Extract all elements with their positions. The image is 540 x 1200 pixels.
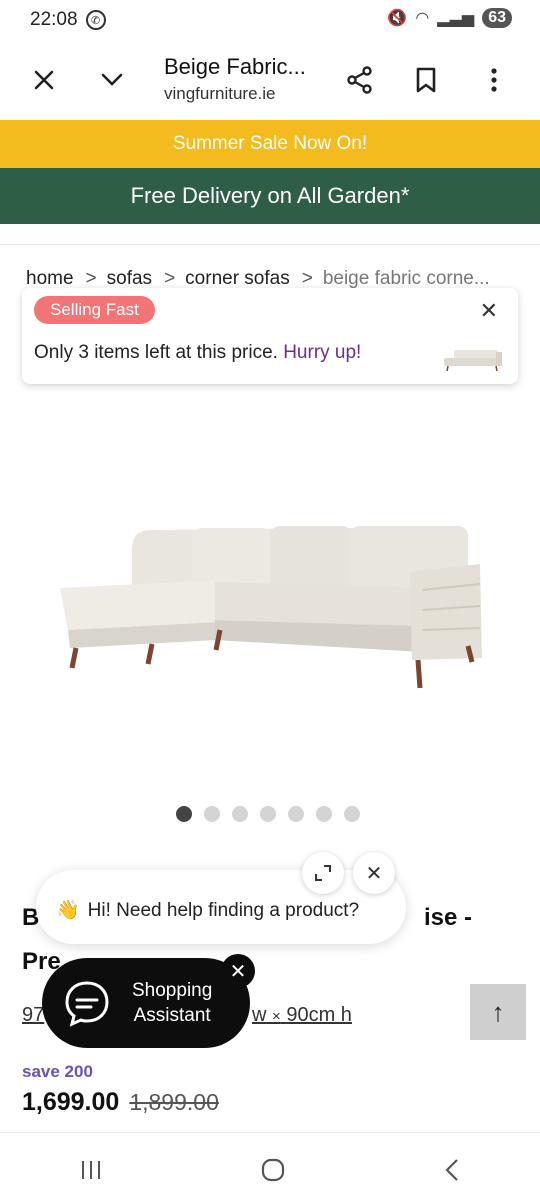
stock-message: Only 3 items left at this price. Hurry u…: [34, 342, 361, 364]
breadcrumb-separator: >: [164, 268, 176, 289]
summer-sale-text: Summer Sale Now On!: [172, 133, 368, 154]
scroll-to-top-button[interactable]: ↑: [470, 984, 526, 1040]
chat-bubble-icon: [65, 981, 109, 1027]
assistant-close-button[interactable]: ✕: [221, 954, 255, 988]
current-price: 1,699.00: [22, 1088, 120, 1116]
stock-text: Only 3 items left at this price.: [34, 342, 278, 363]
sofa-thumbnail: [444, 350, 502, 372]
chat-greeting: 👋 Hi! Need help finding a product?: [56, 898, 359, 922]
close-icon: [34, 70, 54, 90]
selling-card-close-button[interactable]: ✕: [480, 298, 498, 324]
product-image[interactable]: [50, 480, 500, 710]
product-title-end: ise -: [424, 904, 473, 931]
whatsapp-icon: ✆: [85, 10, 106, 30]
wifi-icon: ◠: [415, 10, 430, 27]
breadcrumb-home[interactable]: home: [26, 268, 74, 289]
carousel-dot[interactable]: [344, 806, 360, 822]
dims-h: 90cm h: [286, 1004, 352, 1026]
breadcrumb-separator: >: [301, 268, 313, 289]
dims-start[interactable]: 97: [22, 1004, 44, 1026]
breadcrumb-current: beige fabric corne...: [322, 268, 490, 289]
bookmark-icon: [416, 67, 436, 93]
more-vertical-icon: [491, 68, 497, 92]
carousel-dot[interactable]: [288, 806, 304, 822]
system-nav-bar: [0, 1140, 540, 1200]
back-icon[interactable]: [442, 1157, 462, 1183]
assistant-label-line2: Assistant: [133, 1005, 211, 1026]
chat-close-button[interactable]: ✕: [353, 852, 395, 894]
more-menu-button[interactable]: [474, 60, 514, 100]
image-carousel-dots: [176, 806, 360, 822]
signal-icon: ▂▃▅: [437, 10, 475, 27]
selling-fast-card: Selling Fast ✕ Only 3 items left at this…: [22, 288, 518, 384]
chat-message: Hi! Need help finding a product?: [87, 900, 360, 921]
breadcrumb-separator: >: [85, 268, 97, 289]
expand-icon: [315, 865, 331, 881]
recent-apps-icon[interactable]: [78, 1158, 104, 1182]
close-icon: ✕: [229, 960, 247, 983]
free-delivery-text: Free Delivery on All Garden*: [130, 183, 410, 208]
carousel-dot[interactable]: [204, 806, 220, 822]
carousel-dot[interactable]: [176, 806, 192, 822]
breadcrumb: home > sofas > corner sofas > beige fabric cor…: [26, 268, 526, 290]
share-button[interactable]: [340, 60, 380, 100]
carousel-dot[interactable]: [232, 806, 248, 822]
header-divider: [0, 244, 540, 245]
product-dimensions: 97 w × 90cm h: [22, 1004, 352, 1027]
status-time: 22:08: [30, 9, 78, 30]
url-block[interactable]: Beige Fabric... vingfurniture.ie: [164, 54, 306, 104]
status-icons: 🔇 ◠ ▂▃▅ 63: [387, 8, 512, 28]
dims-end[interactable]: w × 90cm h: [252, 1004, 352, 1027]
selling-fast-badge: Selling Fast: [34, 296, 155, 324]
status-bar: 22:08 ✆ 🔇 ◠ ▂▃▅ 63: [0, 0, 540, 40]
arrow-up-icon: ↑: [491, 996, 505, 1027]
old-price: 1,899.00: [129, 1089, 219, 1115]
chat-greeting-bubble[interactable]: 👋 Hi! Need help finding a product?: [36, 870, 406, 944]
page-domain: vingfurniture.ie: [164, 84, 276, 103]
hurry-up-text: Hurry up!: [283, 342, 362, 363]
mute-icon: 🔇: [387, 10, 408, 27]
nav-divider: [0, 1132, 540, 1133]
bookmark-button[interactable]: [406, 60, 446, 100]
carousel-dot[interactable]: [316, 806, 332, 822]
assistant-label-line1: Shopping: [132, 980, 213, 1001]
dims-w: w: [252, 1004, 267, 1026]
price-block: 1,699.00 1,899.00: [22, 1088, 219, 1117]
wave-icon: 👋: [56, 900, 80, 921]
page-title: Beige Fabric...: [164, 54, 306, 79]
share-icon: [347, 66, 372, 94]
browser-toolbar: Beige Fabric... vingfurniture.ie: [0, 40, 540, 120]
breadcrumb-corner-sofas[interactable]: corner sofas: [185, 268, 290, 289]
shopping-assistant-button[interactable]: Shopping Assistant: [42, 958, 250, 1048]
home-icon[interactable]: [260, 1157, 286, 1183]
close-tab-button[interactable]: [24, 60, 64, 100]
chat-expand-button[interactable]: [302, 852, 344, 894]
summer-sale-banner[interactable]: Summer Sale Now On!: [0, 120, 540, 168]
dims-sep: ×: [272, 1008, 281, 1025]
carousel-dot[interactable]: [260, 806, 276, 822]
save-amount: save 200: [22, 1062, 93, 1081]
assistant-label: Shopping Assistant: [132, 978, 212, 1028]
free-delivery-banner[interactable]: Free Delivery on All Garden*: [0, 168, 540, 224]
breadcrumb-sofas[interactable]: sofas: [107, 268, 152, 289]
close-icon: ✕: [365, 862, 383, 885]
expand-button[interactable]: [92, 60, 132, 100]
battery-icon: 63: [482, 8, 512, 28]
chevron-down-icon: [101, 73, 123, 86]
